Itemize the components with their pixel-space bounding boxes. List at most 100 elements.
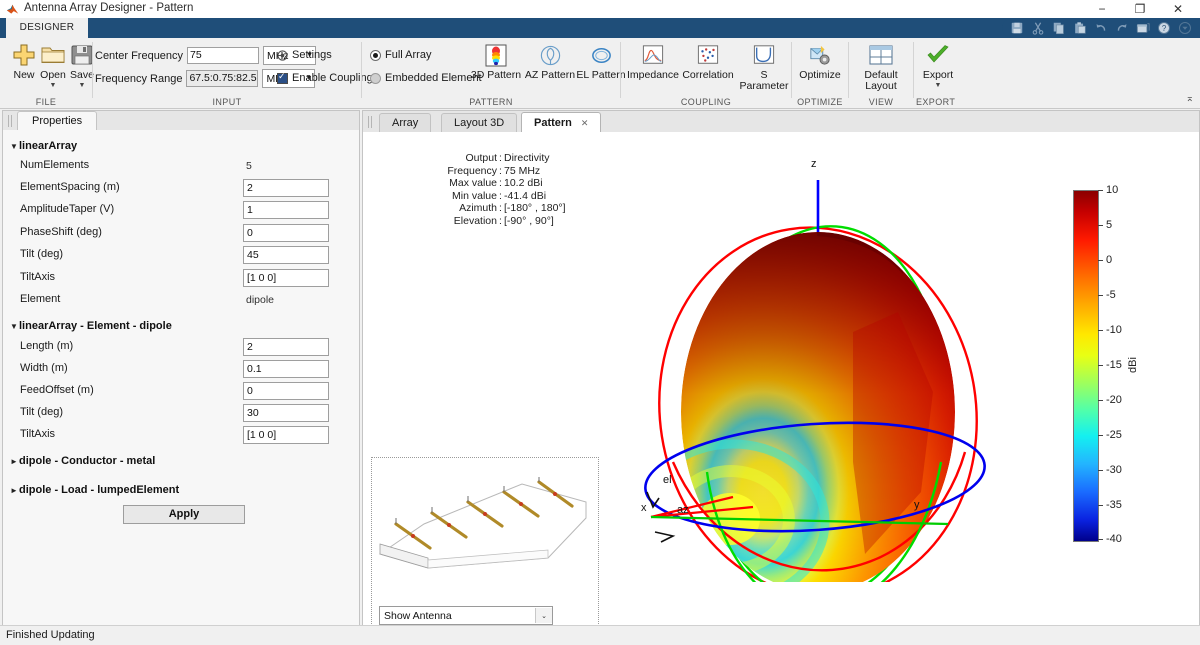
ribbon-group-file: New Open ▼ Save ▼ FILE xyxy=(0,38,94,108)
property-label: TiltAxis xyxy=(20,271,56,283)
pattern-canvas[interactable]: Output : Directivity Frequency : 75 MHz … xyxy=(363,132,1199,636)
info-separator: : xyxy=(499,189,502,202)
frequency-range-label: Frequency Range xyxy=(95,72,183,85)
panel-grip[interactable] xyxy=(368,116,372,128)
embedded-element-label: Embedded Element xyxy=(385,72,482,84)
pattern-el-button[interactable]: EL Pattern xyxy=(576,41,626,81)
export-button[interactable]: Export ▼ xyxy=(914,41,962,90)
center-frequency-input[interactable]: 75 xyxy=(187,47,260,64)
view-panel: Array Layout 3D Pattern ✕ Output : Direct… xyxy=(362,110,1200,636)
title-bar: Antenna Array Designer - Pattern − ❐ ✕ xyxy=(0,0,1200,18)
property-input[interactable]: [1 0 0] xyxy=(243,269,329,287)
colorbar-unit-label: dBi xyxy=(1127,357,1139,373)
s-parameter-button[interactable]: S Parameter xyxy=(735,41,793,92)
property-input[interactable]: 45 xyxy=(243,246,329,264)
info-value: -41.4 dBi xyxy=(504,189,547,202)
default-layout-button[interactable]: Default Layout xyxy=(849,41,913,92)
correlation-button[interactable]: Correlation xyxy=(679,41,737,81)
paste-icon[interactable] xyxy=(1071,20,1089,37)
s-parameter-icon xyxy=(735,41,793,69)
properties-panel: Properties ▼linearArray NumElements 5 El… xyxy=(2,110,360,626)
info-separator: : xyxy=(499,177,502,190)
property-input[interactable]: 0.1 xyxy=(243,360,329,378)
ribbon-group-coupling: Impedance Correlation S Parameter COUPLI… xyxy=(621,38,791,108)
chevron-down-icon[interactable]: ⌄ xyxy=(535,608,552,623)
show-antenna-select[interactable]: Show Antenna ⌄ xyxy=(379,606,553,625)
pattern-el-icon xyxy=(576,41,626,69)
chevron-down-icon: ▼ xyxy=(10,322,18,331)
section-header-conductor-metal[interactable]: ►dipole - Conductor - metal xyxy=(10,455,155,467)
section-header-load-lumpedelement[interactable]: ►dipole - Load - lumpedElement xyxy=(10,484,179,496)
tab-properties[interactable]: Properties xyxy=(17,111,98,131)
properties-tab-bar: Properties xyxy=(3,111,359,131)
full-array-radio[interactable]: Full Array xyxy=(370,49,431,61)
property-input[interactable]: 30 xyxy=(243,404,329,422)
close-button[interactable]: ✕ xyxy=(1164,0,1192,18)
section-title: linearArray - Element - dipole xyxy=(19,320,172,332)
section-header-lineararray[interactable]: ▼linearArray xyxy=(10,140,77,152)
frequency-range-input[interactable]: 67.5:0.75:82.5 xyxy=(186,70,259,87)
tab-designer[interactable]: DESIGNER xyxy=(6,18,88,38)
colorbar-tick-label: -15 xyxy=(1106,359,1122,371)
property-input[interactable]: 1 xyxy=(243,201,329,219)
enable-coupling-checkbox[interactable]: Enable Coupling xyxy=(277,71,373,84)
radiation-pattern-plot[interactable] xyxy=(603,162,1023,582)
settings-button[interactable]: Settings xyxy=(277,49,332,61)
checkmark-icon xyxy=(914,41,962,69)
redo-icon[interactable] xyxy=(1113,20,1131,37)
colorbar-tick-label: -5 xyxy=(1106,289,1116,301)
property-row-amplitudetaper: AmplitudeTaper (V) 1 xyxy=(3,201,359,221)
antenna-preview-panel: Show Antenna ⌄ xyxy=(371,457,599,636)
export-caret-icon[interactable]: ▼ xyxy=(914,82,962,90)
info-separator: : xyxy=(499,202,502,215)
svg-text:?: ? xyxy=(1162,24,1167,33)
property-input[interactable]: [1 0 0] xyxy=(243,426,329,444)
property-input[interactable]: 0 xyxy=(243,382,329,400)
embedded-element-radio[interactable]: Embedded Element xyxy=(370,72,482,84)
save-icon[interactable] xyxy=(1008,20,1026,37)
help-icon[interactable]: ? xyxy=(1155,20,1173,37)
more-icon[interactable] xyxy=(1176,20,1194,37)
info-row-min-value: Min value : -41.4 dBi xyxy=(419,190,566,203)
property-input[interactable]: 0 xyxy=(243,224,329,242)
ribbon-group-pattern: Full Array Embedded Element 3D Pattern A… xyxy=(362,38,626,108)
window-title: Antenna Array Designer - Pattern xyxy=(24,2,194,14)
matlab-icon xyxy=(6,4,19,14)
info-row-max-value: Max value : 10.2 dBi xyxy=(419,177,566,190)
export-label: Export xyxy=(922,69,954,81)
chevron-right-icon: ► xyxy=(10,486,18,495)
pattern-3d-button[interactable]: 3D Pattern xyxy=(470,41,522,81)
antenna-geometry-view[interactable] xyxy=(372,458,598,598)
tab-array[interactable]: Array xyxy=(379,113,432,133)
colorbar-tick-label: -35 xyxy=(1106,499,1122,511)
status-bar: Finished Updating xyxy=(0,625,1200,645)
minimize-button[interactable]: − xyxy=(1088,0,1116,18)
panel-grip[interactable] xyxy=(8,115,12,127)
optimize-button[interactable]: Optimize xyxy=(792,41,848,81)
apply-button[interactable]: Apply xyxy=(123,505,245,524)
colorbar: 10 5 0 -5 -10 -15 -20 -25 -30 -35 -40 dB… xyxy=(1073,184,1139,545)
tab-pattern[interactable]: Pattern ✕ xyxy=(521,112,602,133)
property-value: 5 xyxy=(246,160,252,172)
pattern-az-button[interactable]: AZ Pattern xyxy=(524,41,576,81)
cut-icon[interactable] xyxy=(1029,20,1047,37)
impedance-button[interactable]: Impedance xyxy=(625,41,681,81)
layout-icon[interactable] xyxy=(1134,20,1152,37)
copy-icon[interactable] xyxy=(1050,20,1068,37)
property-row-numelements: NumElements 5 xyxy=(3,157,359,177)
property-input[interactable]: 2 xyxy=(243,338,329,356)
colorbar-tick-label: -30 xyxy=(1106,464,1122,476)
info-value: [-90° , 90°] xyxy=(504,214,554,227)
property-input[interactable]: 2 xyxy=(243,179,329,197)
default-layout-label: Default Layout xyxy=(864,69,898,92)
undo-icon[interactable] xyxy=(1092,20,1110,37)
gear-icon xyxy=(277,49,288,61)
section-header-dipole-element[interactable]: ▼linearArray - Element - dipole xyxy=(10,320,172,332)
info-key: Elevation xyxy=(453,214,497,227)
ribbon-group-export: Export ▼ EXPORT xyxy=(914,38,962,108)
info-value: 10.2 dBi xyxy=(504,177,543,190)
maximize-button[interactable]: ❐ xyxy=(1126,0,1154,18)
collapse-ribbon-button[interactable]: ⌅ xyxy=(1186,93,1194,104)
tab-layout-3d[interactable]: Layout 3D xyxy=(441,113,518,133)
close-icon[interactable]: ✕ xyxy=(581,118,589,128)
